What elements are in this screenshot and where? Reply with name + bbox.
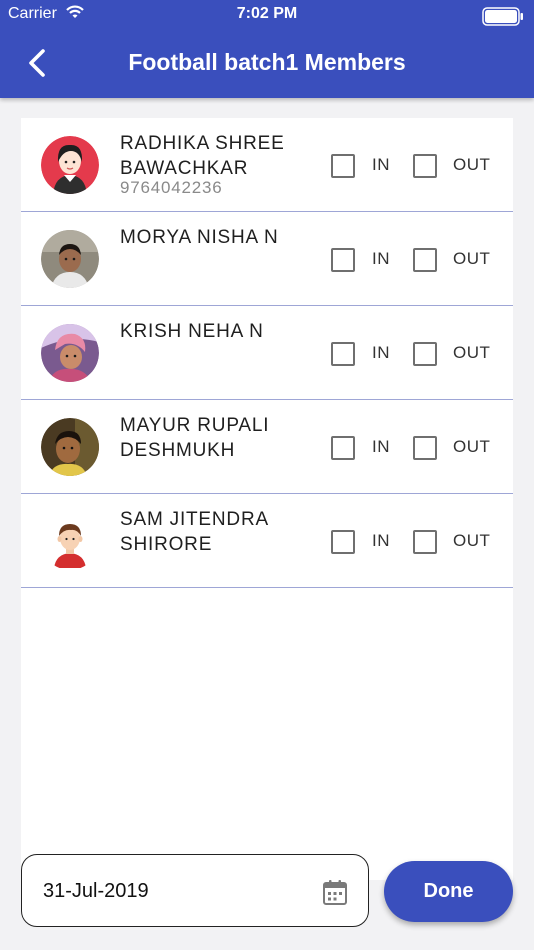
app-header: Carrier 7:02 PM Football batch1 Members <box>0 0 534 98</box>
checkbox-out[interactable] <box>413 248 437 272</box>
list-item: RADHIKA SHREE BAWACHKAR 9764042236 IN OU… <box>21 118 513 212</box>
in-label: IN <box>372 249 390 268</box>
in-label: IN <box>372 343 390 362</box>
member-name: KRISH NEHA N <box>120 321 264 342</box>
checkbox-in[interactable] <box>331 530 355 554</box>
out-label: OUT <box>453 437 491 456</box>
checkbox-in[interactable] <box>331 436 355 460</box>
status-bar: Carrier 7:02 PM <box>0 0 534 30</box>
in-label: IN <box>372 531 390 550</box>
member-name: SAM JITENDRA SHIRORE <box>120 509 268 555</box>
checkbox-in[interactable] <box>331 248 355 272</box>
out-label: OUT <box>453 531 491 550</box>
avatar <box>41 324 99 382</box>
checkbox-in[interactable] <box>331 154 355 178</box>
list-item: MORYA NISHA N IN OUT <box>21 212 513 306</box>
list-item: KRISH NEHA N IN OUT <box>21 306 513 400</box>
checkbox-out[interactable] <box>413 342 437 366</box>
date-field[interactable]: 31-Jul-2019 <box>21 854 369 927</box>
avatar <box>41 230 99 288</box>
battery-icon <box>482 7 524 26</box>
cartoon-girl-avatar-icon <box>41 136 99 194</box>
checkbox-out[interactable] <box>413 530 437 554</box>
member-name: RADHIKA SHREE BAWACHKAR <box>120 133 285 179</box>
member-name: MAYUR RUPALI DESHMUKH <box>120 415 270 461</box>
calendar-icon[interactable] <box>322 878 348 906</box>
date-value: 31-Jul-2019 <box>43 880 149 902</box>
done-button[interactable]: Done <box>384 861 513 922</box>
checkbox-out[interactable] <box>413 436 437 460</box>
member-phone: 9764042236 <box>120 178 223 197</box>
boy-photo-avatar-icon <box>41 230 99 288</box>
child-photo-avatar-icon <box>41 324 99 382</box>
status-time: 7:02 PM <box>236 5 298 22</box>
page-title: Football batch1 Members <box>128 49 406 75</box>
in-label: IN <box>372 155 390 174</box>
checkbox-out[interactable] <box>413 154 437 178</box>
cartoon-boy-avatar-icon <box>41 512 99 570</box>
out-label: OUT <box>453 343 491 362</box>
avatar <box>41 418 99 476</box>
member-name: MORYA NISHA N <box>120 227 279 248</box>
in-label: IN <box>372 437 390 456</box>
list-item: MAYUR RUPALI DESHMUKH IN OUT <box>21 400 513 494</box>
avatar <box>41 512 99 570</box>
out-label: OUT <box>453 249 491 268</box>
out-label: OUT <box>453 155 491 174</box>
members-list: RADHIKA SHREE BAWACHKAR 9764042236 IN OU… <box>21 118 513 880</box>
list-item: SAM JITENDRA SHIRORE IN OUT <box>21 494 513 588</box>
checkbox-in[interactable] <box>331 342 355 366</box>
avatar <box>41 136 99 194</box>
boy-photo-avatar-icon <box>41 418 99 476</box>
nav-bar: Football batch1 Members <box>0 30 534 98</box>
